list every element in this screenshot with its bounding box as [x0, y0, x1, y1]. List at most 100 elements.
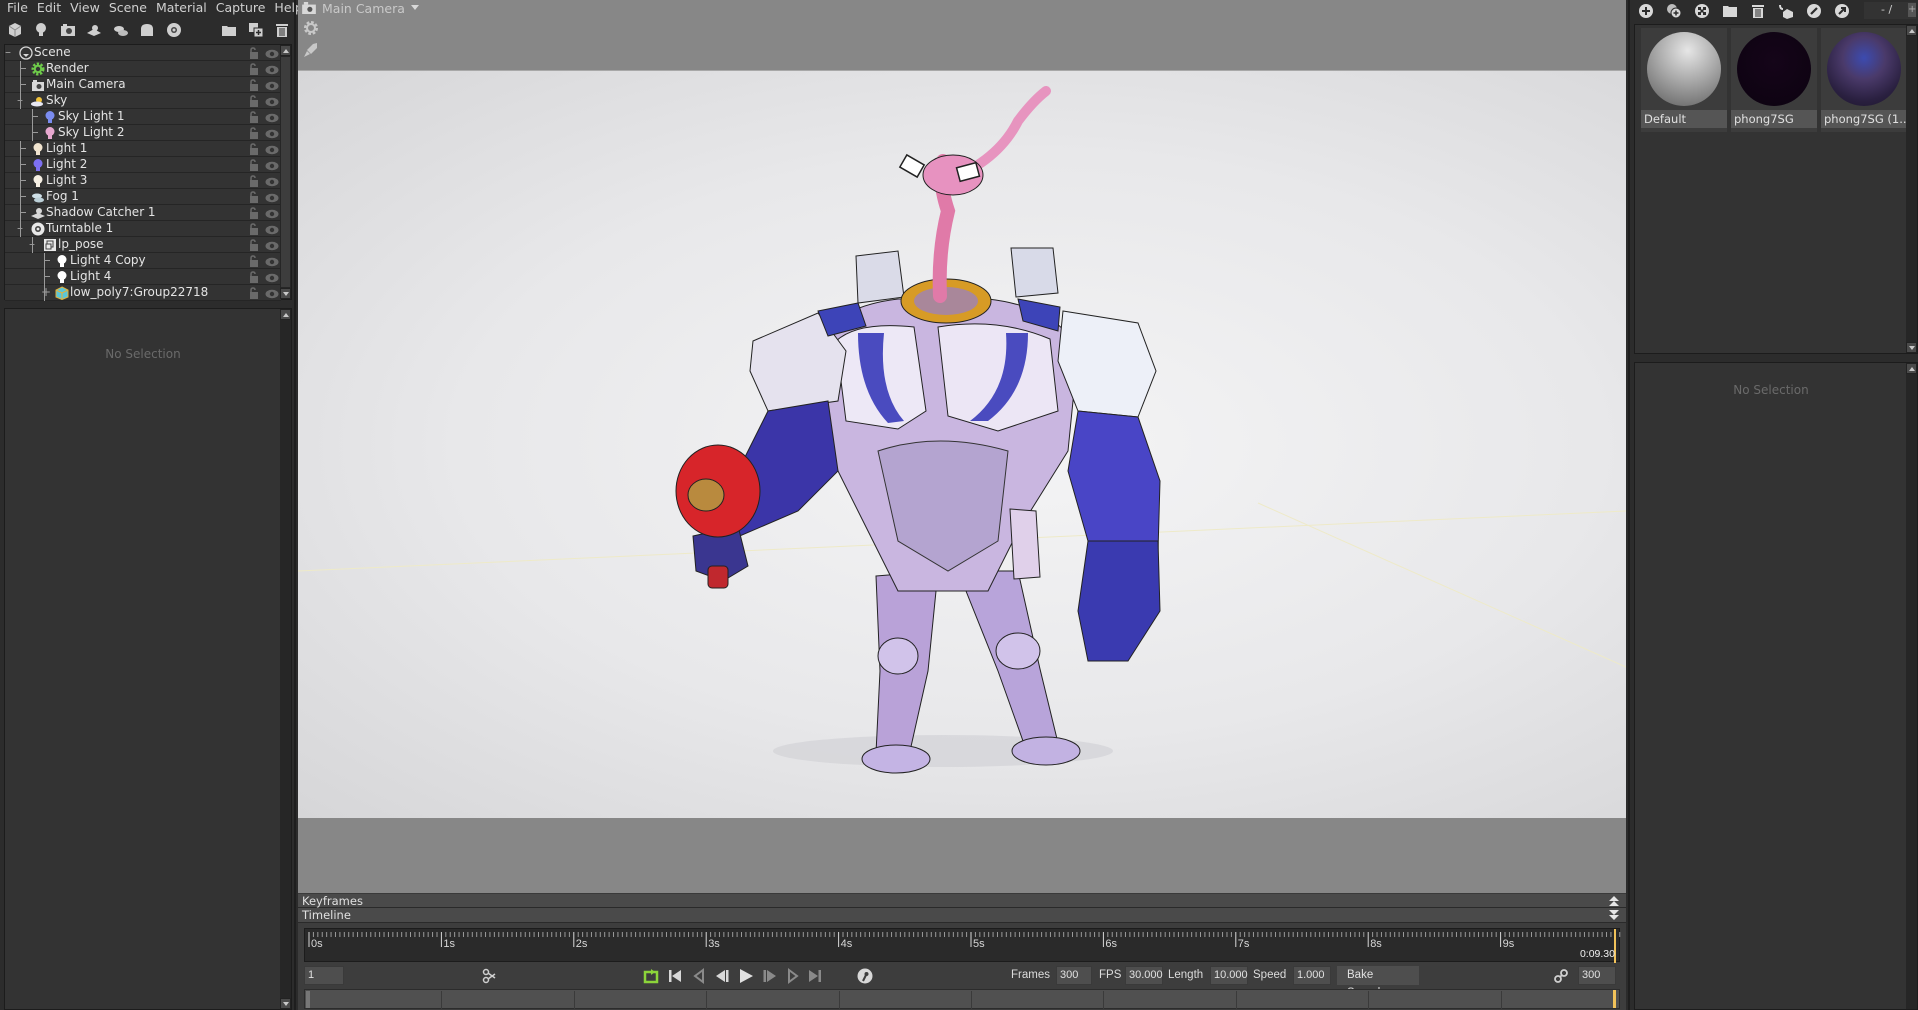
scroll-up-button[interactable] — [1906, 25, 1917, 36]
lock-icon[interactable] — [248, 79, 260, 91]
scroll-thumb[interactable] — [281, 57, 290, 287]
go-to-end-button[interactable] — [806, 967, 824, 985]
lock-icon[interactable] — [248, 63, 260, 75]
viewport[interactable]: Main Camera — [298, 0, 1626, 893]
tree-item[interactable]: –lp_pose — [5, 237, 281, 253]
tree-item[interactable]: –Sky — [5, 93, 281, 109]
apply-material-button[interactable] — [1776, 2, 1796, 20]
lock-icon[interactable] — [248, 255, 260, 267]
visibility-eye-icon[interactable] — [265, 96, 279, 107]
go-to-start-button[interactable] — [666, 967, 684, 985]
bake-speed-button[interactable]: Bake Speed — [1337, 966, 1419, 999]
collapse-down-icon[interactable] — [1608, 909, 1620, 921]
lock-icon[interactable] — [248, 175, 260, 187]
menu-scene[interactable]: Scene — [106, 0, 153, 16]
tree-item[interactable]: Light 4 — [5, 269, 281, 285]
play-button[interactable] — [737, 967, 755, 985]
material-item[interactable]: phong7SG (1... — [1821, 28, 1907, 132]
material-properties-scrollbar[interactable] — [1906, 363, 1917, 1009]
lock-icon[interactable] — [248, 143, 260, 155]
visibility-eye-icon[interactable] — [265, 128, 279, 139]
tree-item[interactable]: Light 4 Copy — [5, 253, 281, 269]
visibility-eye-icon[interactable] — [265, 48, 279, 59]
tree-item[interactable]: Main Camera — [5, 77, 281, 93]
lock-icon[interactable] — [248, 223, 260, 235]
scroll-up-button[interactable] — [280, 309, 291, 320]
camera-selector[interactable]: Main Camera — [302, 1, 419, 16]
step-forward-button[interactable] — [761, 967, 779, 985]
visibility-eye-icon[interactable] — [265, 224, 279, 235]
duplicate-material-button[interactable] — [1664, 2, 1684, 20]
tree-item[interactable]: Light 2 — [5, 157, 281, 173]
material-item[interactable]: Default — [1641, 28, 1727, 132]
menu-material[interactable]: Material — [153, 0, 213, 16]
open-folder-button[interactable] — [218, 20, 241, 40]
tree-item[interactable]: + low_poly7:Group22718 — [5, 285, 281, 301]
lock-icon[interactable] — [248, 47, 260, 59]
keyframes-header[interactable]: Keyframes — [298, 893, 1626, 908]
page-plus-button[interactable]: + — [1908, 3, 1916, 17]
tree-item[interactable]: Light 1 — [5, 141, 281, 157]
scroll-down-button[interactable] — [1906, 342, 1917, 353]
menu-capture[interactable]: Capture — [213, 0, 272, 16]
scene-tree-scrollbar[interactable] — [280, 45, 291, 299]
visibility-eye-icon[interactable] — [265, 288, 279, 299]
add-material-button[interactable] — [1636, 2, 1656, 20]
visibility-eye-icon[interactable] — [265, 80, 279, 91]
lock-icon[interactable] — [248, 95, 260, 107]
visibility-eye-icon[interactable] — [265, 256, 279, 267]
end-frame-input[interactable]: 300 — [1578, 966, 1616, 985]
length-input[interactable]: 10.000 — [1210, 966, 1248, 985]
lock-icon[interactable] — [248, 287, 260, 299]
visibility-eye-icon[interactable] — [265, 240, 279, 251]
fps-input[interactable]: 30.000 — [1125, 966, 1163, 985]
export-material-button[interactable] — [1832, 2, 1852, 20]
render-button[interactable] — [303, 42, 319, 58]
open-material-button[interactable] — [1720, 2, 1740, 20]
menu-file[interactable]: File — [4, 0, 34, 16]
checker-button[interactable] — [1692, 2, 1712, 20]
record-button[interactable] — [856, 967, 874, 985]
timeline-ruler[interactable]: 0s 1s 2s 3s 4s 5s 6s 7s 8s 9s 0:09.30 — [304, 928, 1621, 963]
lock-icon[interactable] — [248, 159, 260, 171]
viewport-settings-button[interactable] — [303, 20, 319, 36]
pick-material-button[interactable] — [1804, 2, 1824, 20]
expand-icon[interactable]: + — [41, 285, 51, 300]
scroll-down-button[interactable] — [280, 998, 291, 1009]
lock-icon[interactable] — [248, 271, 260, 283]
render-canvas[interactable] — [298, 70, 1626, 818]
visibility-eye-icon[interactable] — [265, 64, 279, 75]
menu-view[interactable]: View — [67, 0, 106, 16]
next-keyframe-button[interactable] — [784, 967, 802, 985]
visibility-eye-icon[interactable] — [265, 160, 279, 171]
tree-item[interactable]: Render — [5, 61, 281, 77]
lock-icon[interactable] — [248, 239, 260, 251]
loop-toggle[interactable] — [642, 967, 660, 985]
lock-icon[interactable] — [248, 207, 260, 219]
tree-item[interactable]: Fog 1 — [5, 189, 281, 205]
tree-item[interactable]: Shadow Catcher 1 — [5, 205, 281, 221]
visibility-eye-icon[interactable] — [265, 272, 279, 283]
tree-item[interactable]: Light 3 — [5, 173, 281, 189]
cut-button[interactable] — [480, 967, 498, 985]
delete-button[interactable] — [271, 20, 294, 40]
add-light-button[interactable] — [29, 20, 52, 40]
timeline-header[interactable]: Timeline — [298, 908, 1626, 923]
expand-up-icon[interactable] — [1608, 895, 1620, 907]
add-environment-button[interactable] — [135, 20, 158, 40]
material-library-scrollbar[interactable] — [1906, 25, 1917, 353]
add-fog-button[interactable] — [109, 20, 132, 40]
visibility-eye-icon[interactable] — [265, 144, 279, 155]
scroll-up-button[interactable] — [1906, 363, 1917, 374]
add-mesh-button[interactable] — [3, 20, 26, 40]
lock-icon[interactable] — [248, 191, 260, 203]
material-item[interactable]: phong7SG — [1731, 28, 1817, 132]
tree-item[interactable]: –Turntable 1 — [5, 221, 281, 237]
tree-item[interactable]: Sky Light 2 — [5, 125, 281, 141]
visibility-eye-icon[interactable] — [265, 112, 279, 123]
duplicate-button[interactable] — [244, 20, 267, 40]
tree-item[interactable]: Sky Light 1 — [5, 109, 281, 125]
link-icon[interactable] — [1552, 967, 1570, 985]
range-start-handle[interactable] — [306, 991, 310, 1008]
visibility-eye-icon[interactable] — [265, 176, 279, 187]
